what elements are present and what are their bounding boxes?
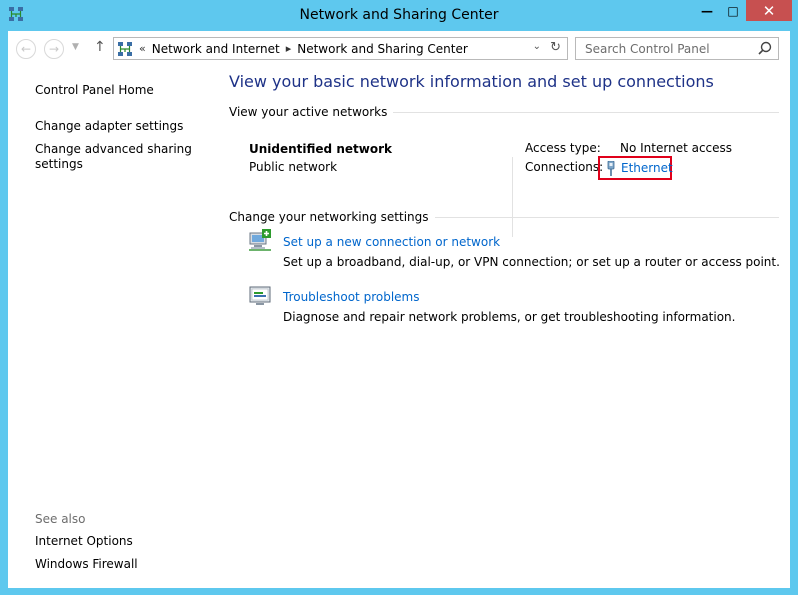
control-panel-home-link[interactable]: Control Panel Home bbox=[35, 83, 154, 98]
section-heading: Change your networking settings bbox=[229, 210, 429, 224]
address-dropdown-icon[interactable]: ⌄ bbox=[533, 41, 541, 52]
minimize-button[interactable]: — bbox=[694, 0, 720, 21]
back-button[interactable]: ← bbox=[16, 39, 36, 59]
connections-label: Connections: bbox=[525, 160, 604, 174]
close-button[interactable]: ✕ bbox=[746, 0, 792, 21]
breadcrumb-network-and-sharing-center[interactable]: Network and Sharing Center bbox=[297, 42, 468, 56]
change-advanced-sharing-link[interactable]: Change advanced sharing settings bbox=[35, 142, 195, 172]
page-title: View your basic network information and … bbox=[229, 72, 714, 91]
active-networks-section: View your active networks bbox=[229, 105, 779, 119]
search-box[interactable]: Search Control Panel bbox=[575, 37, 779, 60]
forward-button[interactable]: → bbox=[44, 39, 64, 59]
network-setup-icon bbox=[249, 229, 271, 251]
address-bar[interactable]: « Network and Internet ▸ Network and Sha… bbox=[113, 37, 568, 60]
maximize-button[interactable]: □ bbox=[720, 0, 746, 21]
section-heading: View your active networks bbox=[229, 105, 388, 119]
windows-firewall-link[interactable]: Windows Firewall bbox=[35, 557, 138, 572]
breadcrumb-separator[interactable]: ▸ bbox=[286, 42, 292, 55]
arrow-left-icon: ← bbox=[20, 42, 32, 56]
divider bbox=[512, 157, 513, 237]
change-adapter-settings-link[interactable]: Change adapter settings bbox=[35, 119, 183, 134]
arrow-right-icon: → bbox=[48, 42, 60, 56]
window-title: Network and Sharing Center bbox=[299, 7, 499, 23]
network-center-icon bbox=[118, 41, 132, 56]
breadcrumb-overflow[interactable]: « bbox=[139, 42, 146, 55]
divider bbox=[434, 216, 779, 218]
window-controls: — □ ✕ bbox=[694, 0, 792, 22]
setup-connection-link[interactable]: Set up a new connection or network bbox=[283, 235, 500, 249]
ethernet-link[interactable]: Ethernet bbox=[621, 161, 673, 175]
left-task-pane: Control Panel Home Change adapter settin… bbox=[8, 67, 218, 588]
troubleshoot-icon bbox=[249, 286, 271, 305]
up-button[interactable]: ↑ bbox=[94, 39, 106, 55]
title-bar: Network and Sharing Center — □ ✕ bbox=[0, 0, 798, 31]
ethernet-plug-icon bbox=[607, 161, 615, 176]
divider bbox=[393, 111, 779, 113]
troubleshoot-problems-link[interactable]: Troubleshoot problems bbox=[283, 290, 419, 304]
network-type: Public network bbox=[249, 160, 338, 174]
network-name: Unidentified network bbox=[249, 142, 392, 156]
window-body: ← → ▼ ↑ « Network and Internet ▸ Network… bbox=[8, 31, 790, 588]
navigation-bar: ← → ▼ ↑ « Network and Internet ▸ Network… bbox=[8, 31, 790, 67]
internet-options-link[interactable]: Internet Options bbox=[35, 534, 133, 549]
breadcrumb-network-and-internet[interactable]: Network and Internet bbox=[152, 42, 280, 56]
refresh-icon[interactable]: ↻ bbox=[550, 40, 561, 55]
ethernet-connection-highlight[interactable]: Ethernet bbox=[598, 156, 673, 180]
access-type-label: Access type: bbox=[525, 141, 601, 155]
recent-locations-button[interactable]: ▼ bbox=[72, 42, 79, 52]
setup-connection-description: Set up a broadband, dial-up, or VPN conn… bbox=[283, 255, 780, 269]
access-type-value: No Internet access bbox=[620, 141, 733, 155]
see-also-heading: See also bbox=[35, 512, 86, 526]
troubleshoot-description: Diagnose and repair network problems, or… bbox=[283, 310, 736, 324]
search-input[interactable]: Search Control Panel bbox=[585, 42, 710, 56]
change-settings-section: Change your networking settings bbox=[229, 210, 779, 224]
search-icon[interactable] bbox=[758, 41, 772, 55]
